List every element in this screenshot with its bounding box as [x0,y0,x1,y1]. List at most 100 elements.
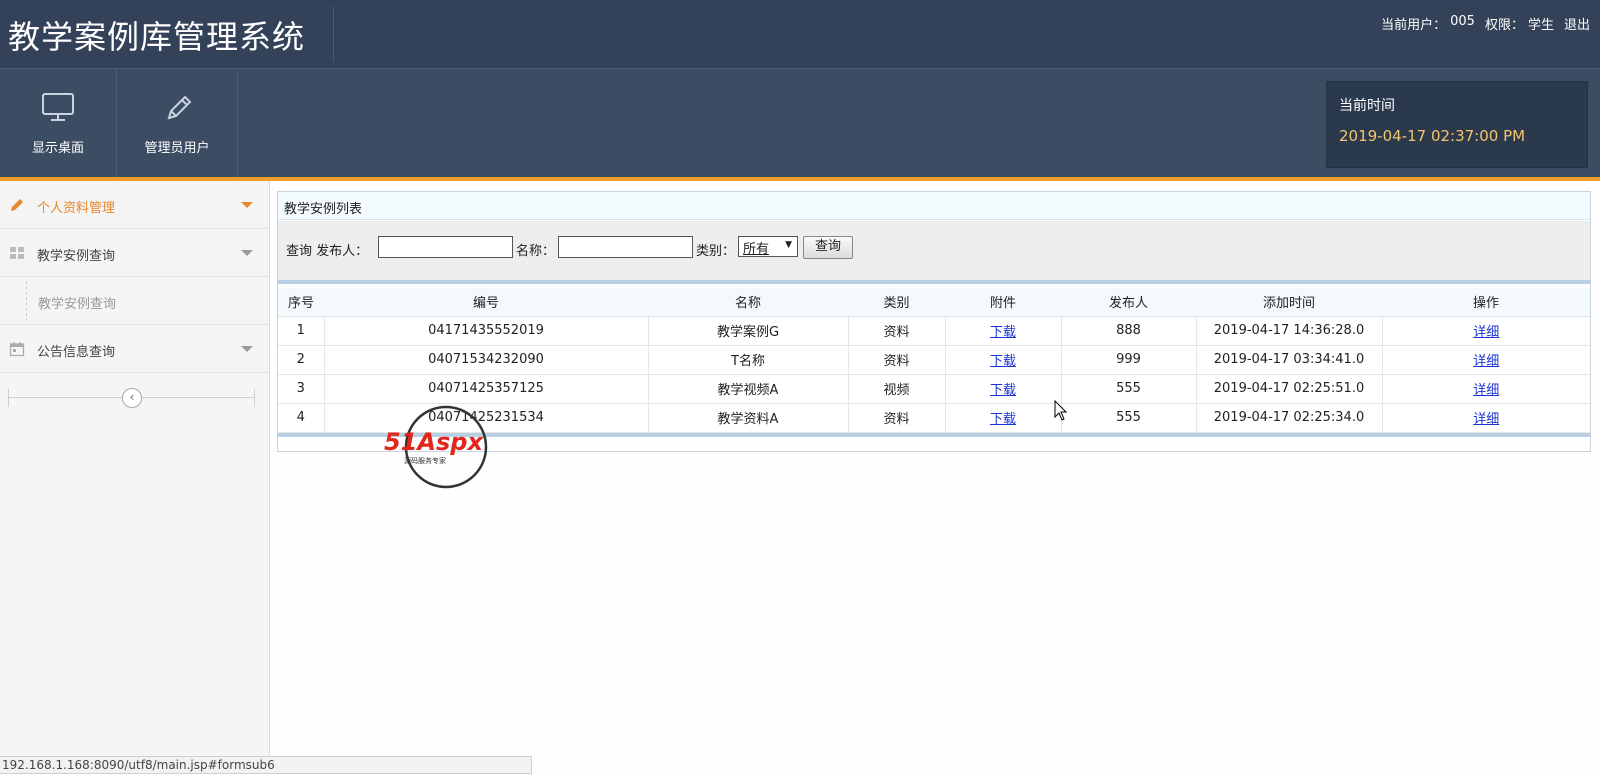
type-select[interactable]: 所有 ▼ [738,236,798,257]
current-user-value: 005 [1450,14,1475,29]
tree-line [26,281,27,321]
type-cell: 资料 [848,345,946,375]
publisher-label: 查询 发布人： [286,244,369,259]
sidebar-item-label: 个人资料管理 [37,201,116,216]
time-cell: 2019-04-17 14:36:28.0 [1196,316,1383,346]
publisher-cell: 888 [1061,316,1197,346]
pencil-icon [167,95,192,120]
show-desktop-button[interactable]: 显示桌面 [0,69,117,177]
publisher-cell: 555 [1061,403,1197,433]
name-cell: T名称 [648,345,849,375]
logout-link[interactable]: 退出 [1564,14,1590,33]
name-label: 名称： [516,244,556,259]
table-row: 1 04171435552019 教学案例G 资料 下载 888 2019-04… [278,316,1590,346]
current-time-value: 2019-04-17 02:37:00 PM [1339,127,1526,145]
show-desktop-label: 显示桌面 [31,141,84,156]
current-time-label: 当前时间 [1339,98,1395,114]
download-link[interactable]: 下载 [990,325,1016,340]
watermark-tagline: 源码服务专家 [404,456,446,465]
chevron-down-icon [241,202,253,208]
attachment-cell: 下载 [945,345,1062,375]
role-label: 权限： [1484,18,1524,33]
sidebar: 个人资料管理 教学安例查询 教学安例查询 公告信息查询 ‹ [0,181,270,774]
calendar-icon [9,342,25,357]
publisher-input[interactable] [378,236,513,258]
collapse-sidebar-button[interactable]: ‹ [122,388,142,408]
watermark-logo: 51Aspx 源码服务专家 [384,405,488,489]
sidebar-item-case-query[interactable]: 教学安例查询 [0,229,269,277]
query-button[interactable]: 查询 [803,236,853,259]
sidebar-subitem-case-query[interactable]: 教学安例查询 [0,277,269,325]
action-cell: 详细 [1382,403,1590,433]
attachment-cell: 下载 [945,374,1062,404]
table-row: 2 04071534232090 T名称 资料 下载 999 2019-04-1… [278,345,1590,375]
download-link[interactable]: 下载 [990,354,1016,369]
sidebar-item-label: 教学安例查询 [37,249,116,264]
toolbar: 显示桌面 管理员用户 当前时间 2019-04-17 02:37:00 PM [0,68,1600,177]
publisher-cell: 555 [1061,374,1197,404]
admin-user-label: 管理员用户 [144,141,210,156]
monitor-icon [42,93,74,121]
download-link[interactable]: 下载 [990,412,1016,427]
detail-link[interactable]: 详细 [1473,354,1499,369]
current-time-box: 当前时间 2019-04-17 02:37:00 PM [1326,81,1588,168]
collapse-divider-cap [8,389,9,407]
type-cell: 资料 [848,316,946,346]
type-label: 类别： [696,244,736,259]
sidebar-collapse-row: ‹ [0,373,269,421]
table-row: 3 04071425357125 教学视频A 视频 下载 555 2019-04… [278,374,1590,404]
mouse-pointer-icon [1054,400,1068,421]
attachment-cell: 下载 [945,316,1062,346]
name-cell: 教学资料A [648,403,849,433]
collapse-divider-cap [254,389,255,407]
current-user-label: 当前用户： [1381,18,1447,33]
action-cell: 详细 [1382,374,1590,404]
sidebar-item-label: 公告信息查询 [37,345,116,360]
dropdown-arrow-icon: ▼ [785,240,792,250]
browser-status-bar: 192.168.1.168:8090/utf8/main.jsp#formsub… [0,756,532,774]
sidebar-item-profile[interactable]: 个人资料管理 [0,181,269,229]
publisher-cell: 999 [1061,345,1197,375]
time-cell: 2019-04-17 02:25:34.0 [1196,403,1383,433]
sidebar-item-notice-query[interactable]: 公告信息查询 [0,325,269,373]
action-cell: 详细 [1382,345,1590,375]
title-divider [333,6,334,62]
pencil-icon [11,199,23,211]
column-header: 操作 [1382,288,1590,317]
type-cell: 视频 [848,374,946,404]
sidebar-subitem-label: 教学安例查询 [38,297,117,312]
top-header: 教学案例库管理系统 当前用户： 005 权限： 学生 退出 [0,0,1600,68]
panel-title: 教学安例列表 [278,192,1590,220]
type-cell: 资料 [848,403,946,433]
column-header: 名称 [648,288,848,317]
seq-cell: 1 [278,316,325,346]
attachment-cell: 下载 [945,403,1062,433]
seq-cell: 3 [278,374,325,404]
detail-link[interactable]: 详细 [1473,383,1499,398]
column-header: 编号 [324,288,648,317]
chevron-down-icon [241,250,253,256]
table-header-row: 序号 编号 名称 类别 附件 发布人 添加时间 操作 [278,288,1590,317]
column-header: 发布人 [1061,288,1196,317]
admin-user-button[interactable]: 管理员用户 [117,69,238,177]
column-header: 添加时间 [1196,288,1382,317]
user-info: 当前用户： 005 权限： 学生 退出 [1381,14,1590,33]
watermark-brand: 51Aspx [384,428,484,456]
download-link[interactable]: 下载 [990,383,1016,398]
column-header: 附件 [945,288,1061,317]
name-cell: 教学视频A [648,374,849,404]
seq-cell: 4 [278,403,325,433]
role-value: 学生 [1527,18,1554,33]
search-bar: 查询 发布人： 名称： 类别： 所有 ▼ 查询 [278,221,1590,284]
name-input[interactable] [558,236,693,258]
app-title: 教学案例库管理系统 [8,18,306,56]
time-cell: 2019-04-17 03:34:41.0 [1196,345,1383,375]
detail-link[interactable]: 详细 [1473,412,1499,427]
detail-link[interactable]: 详细 [1473,325,1499,340]
seq-cell: 2 [278,345,325,375]
code-cell: 04071534232090 [324,345,649,375]
name-cell: 教学案例G [648,316,849,346]
code-cell: 04071425357125 [324,374,649,404]
time-cell: 2019-04-17 02:25:51.0 [1196,374,1383,404]
type-select-value: 所有 [743,242,770,257]
